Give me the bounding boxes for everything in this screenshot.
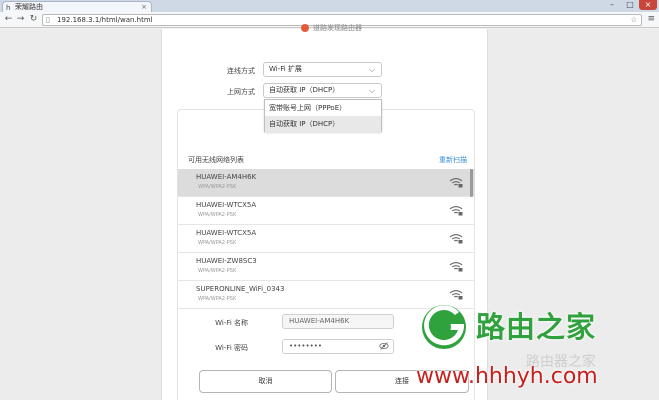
network-security: WPA/WPA2-PSK	[198, 212, 237, 218]
wifi-list-header: 可用无线网络列表 重新扫描	[178, 153, 475, 167]
network-ssid: HUAWEI-AM4H6K	[196, 173, 257, 181]
network-ssid: HUAWEI-WTCX5A	[196, 229, 257, 237]
internet-mode-label: 上网方式	[227, 88, 255, 96]
eye-slash-icon[interactable]	[379, 341, 389, 351]
tab-strip: h 荣耀路由 × – □ ×	[0, 0, 659, 12]
wifi-locked-icon	[449, 262, 463, 272]
cancel-button[interactable]: 取消	[199, 370, 332, 393]
minimize-button[interactable]: –	[603, 0, 621, 10]
browser-tab[interactable]: h 荣耀路由 ×	[2, 1, 152, 12]
dropdown-option-pppoe[interactable]: 宽带账号上网（PPPoE）	[265, 100, 381, 116]
watermark-url: www.hhhyh.com	[416, 364, 598, 389]
list-scrollbar[interactable]	[470, 169, 473, 197]
reload-icon[interactable]: ↻	[28, 14, 39, 25]
wifi-locked-icon	[449, 206, 463, 216]
internet-mode-value: 自动获取 IP（DHCP）	[269, 86, 340, 94]
close-window-button[interactable]: ×	[639, 0, 657, 10]
network-security: WPA/WPA2-PSK	[198, 184, 237, 190]
wifi-locked-icon	[449, 178, 463, 188]
chevron-down-icon: ⌵	[368, 86, 375, 95]
status-dot-icon	[301, 24, 309, 32]
tab-title: 荣耀路由	[15, 3, 43, 11]
wifi-network-row[interactable]: HUAWEI-WTCX5A WPA/WPA2-PSK	[178, 225, 475, 253]
brand-logo-icon	[422, 305, 466, 349]
maximize-button[interactable]: □	[621, 0, 639, 10]
rescan-link[interactable]: 重新扫描	[439, 155, 467, 165]
internet-mode-select[interactable]: 自动获取 IP（DHCP） ⌵	[263, 83, 382, 98]
wifi-password-value: ••••••••	[289, 342, 323, 350]
wifi-name-field[interactable]: HUAWEI-AM4H6K	[282, 314, 394, 329]
wifi-password-field[interactable]: ••••••••	[282, 339, 394, 354]
chevron-down-icon: ⌵	[368, 65, 375, 74]
wifi-network-row[interactable]: HUAWEI-ZW8SC3 WPA/WPA2-PSK	[178, 253, 475, 281]
connection-mode-value: Wi-Fi 扩展	[269, 65, 302, 73]
internet-mode-dropdown: 宽带账号上网（PPPoE） 自动获取 IP（DHCP）	[264, 99, 382, 132]
connection-mode-label: 连线方式	[227, 67, 255, 75]
url-text: 192.168.3.1/html/wan.html	[57, 16, 153, 24]
forward-arrow-icon[interactable]: →	[15, 14, 26, 25]
network-security: WPA/WPA2-PSK	[198, 268, 237, 274]
top-hint: 道路发现路由器	[301, 23, 362, 33]
browser-window: h 荣耀路由 × – □ × ← → ↻ ▯ 192.168.3.1/html/…	[0, 0, 659, 400]
top-hint-text: 道路发现路由器	[313, 24, 362, 32]
wifi-network-row[interactable]: HUAWEI-AM4H6K WPA/WPA2-PSK	[178, 169, 475, 197]
wifi-network-row[interactable]: HUAWEI-WTCX5A WPA/WPA2-PSK	[178, 197, 475, 225]
wifi-locked-icon	[449, 234, 463, 244]
network-ssid: SUPERONLINE_WiFi_0343	[196, 285, 285, 293]
window-controls: – □ ×	[603, 0, 657, 11]
watermark-name: 路由之家	[476, 310, 597, 344]
watermark: 路由之家 路由器之家 www.hhhyh.com	[408, 296, 659, 400]
browser-menu-icon[interactable]: ≡	[647, 15, 655, 24]
network-security: WPA/WPA2-PSK	[198, 296, 237, 302]
close-tab-icon[interactable]: ×	[141, 2, 147, 12]
page-icon: ▯	[46, 16, 50, 24]
dropdown-option-dhcp[interactable]: 自动获取 IP（DHCP）	[265, 116, 381, 132]
wifi-network-list: HUAWEI-AM4H6K WPA/WPA2-PSK HUAWEI-WTCX5A WP…	[178, 169, 475, 309]
wifi-name-label: Wi-Fi 名称	[215, 319, 248, 327]
wifi-list-title: 可用无线网络列表	[188, 156, 244, 164]
network-ssid: HUAWEI-ZW8SC3	[196, 257, 257, 265]
connection-mode-select[interactable]: Wi-Fi 扩展 ⌵	[263, 62, 382, 77]
wifi-password-label: Wi-Fi 密码	[215, 344, 248, 352]
bookmark-star-icon[interactable]: ☆	[631, 15, 637, 25]
back-arrow-icon[interactable]: ←	[3, 14, 14, 25]
network-security: WPA/WPA2-PSK	[198, 240, 237, 246]
network-ssid: HUAWEI-WTCX5A	[196, 201, 257, 209]
